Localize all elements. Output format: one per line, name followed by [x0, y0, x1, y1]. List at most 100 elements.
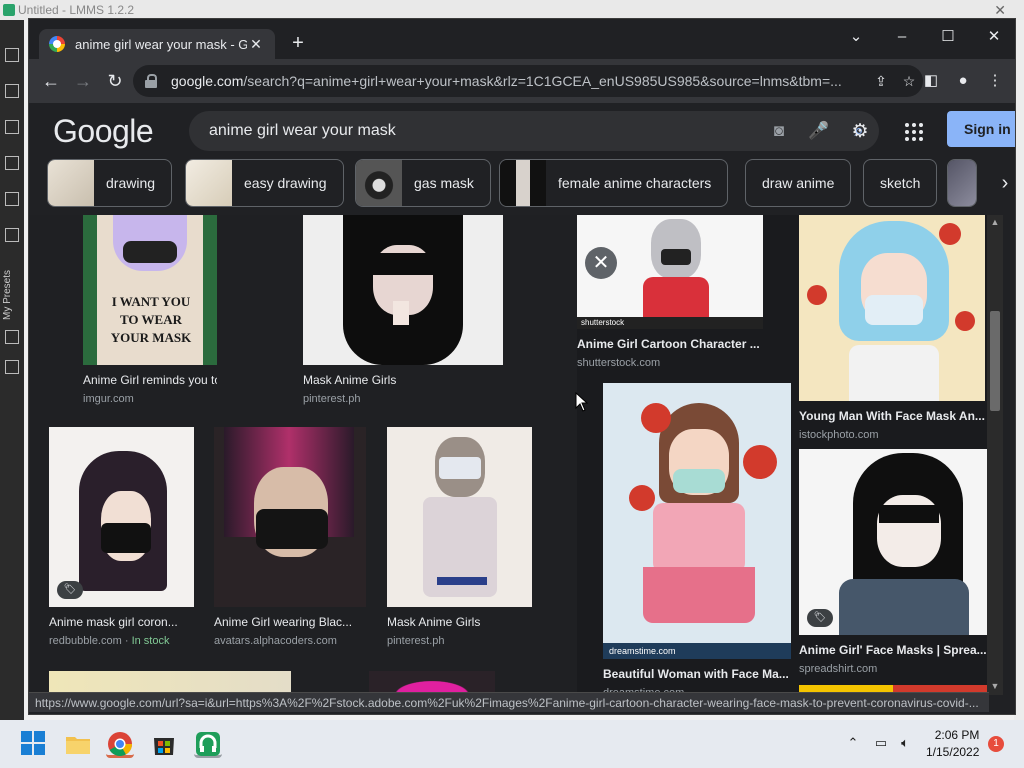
poster-text: I WANT YOU TO WEAR YOUR MASK: [110, 294, 192, 345]
tool-icon[interactable]: [5, 84, 19, 98]
close-window-icon[interactable]: ✕: [979, 25, 1009, 49]
background-app-title: Untitled - LMMS 1.2.2: [0, 0, 1024, 20]
windows-start-icon[interactable]: [20, 730, 48, 758]
chip-easy-drawing[interactable]: easy drawing: [185, 159, 344, 207]
tool-icon[interactable]: [5, 120, 19, 134]
result-source[interactable]: shutterstock.com: [577, 357, 763, 369]
google-apps-icon[interactable]: [903, 121, 925, 143]
result-title[interactable]: Beautiful Woman with Face Ma...: [603, 667, 791, 681]
result-card[interactable]: 🏷 Anime mask girl coron... redbubble.com…: [49, 427, 194, 647]
vertical-scrollbar[interactable]: ▲ ▼: [987, 215, 1003, 695]
result-image[interactable]: 🏷: [799, 449, 987, 635]
result-source[interactable]: avatars.alphacoders.com: [214, 635, 366, 647]
back-arrow-icon[interactable]: ←: [39, 69, 63, 93]
search-query[interactable]: anime girl wear your mask: [209, 122, 759, 140]
result-card[interactable]: Mask Anime Girls pinterest.ph: [303, 215, 503, 405]
tool-icon[interactable]: [5, 48, 19, 62]
tab-close-icon[interactable]: ✕: [247, 36, 265, 53]
tab-strip: anime girl wear your mask - Google Searc…: [29, 19, 1015, 59]
result-card[interactable]: shutterstock ✕ Anime Girl Cartoon Charac…: [577, 215, 763, 369]
reload-icon[interactable]: ↻: [103, 69, 127, 93]
result-title[interactable]: Anime Girl wearing Blac...: [214, 615, 366, 629]
result-card[interactable]: I WANT YOU TO WEAR YOUR MASK Anime Girl …: [83, 215, 217, 405]
microphone-icon[interactable]: 🎤: [799, 121, 839, 141]
tool-icon[interactable]: [5, 360, 19, 374]
result-image[interactable]: [303, 215, 503, 365]
dreamstime-watermark: dreamstime.com: [609, 646, 676, 656]
shutterstock-watermark: shutterstock: [581, 318, 625, 327]
chevron-right-icon[interactable]: ›: [993, 171, 1015, 195]
result-source[interactable]: imgur.com: [83, 393, 217, 405]
forward-arrow-icon[interactable]: →: [71, 69, 95, 93]
tab-search-chevron-icon[interactable]: ⌄: [841, 25, 871, 49]
result-image[interactable]: dreamstime.com: [603, 383, 791, 659]
chip-gas-mask[interactable]: gas mask: [355, 159, 491, 207]
show-hidden-icons-chevron-icon[interactable]: ⌃: [844, 735, 862, 753]
background-sidebar: My Presets: [0, 20, 24, 720]
volume-icon[interactable]: 🔈︎: [896, 735, 914, 753]
google-logo[interactable]: Google: [53, 113, 154, 150]
result-image[interactable]: [799, 215, 985, 401]
sign-in-button[interactable]: Sign in: [947, 111, 1015, 147]
minimize-icon[interactable]: –: [887, 25, 917, 49]
tool-icon[interactable]: [5, 156, 19, 170]
close-preview-icon[interactable]: ✕: [585, 247, 617, 279]
result-title[interactable]: Young Man With Face Mask An...: [799, 409, 985, 423]
result-title[interactable]: Mask Anime Girls: [303, 373, 503, 387]
result-title[interactable]: Anime Girl' Face Masks | Sprea...: [799, 643, 987, 657]
chip-sketch[interactable]: sketch: [863, 159, 938, 207]
result-card[interactable]: Young Man With Face Mask An... istockpho…: [799, 215, 985, 441]
file-explorer-icon[interactable]: [64, 730, 92, 758]
result-source[interactable]: istockphoto.com: [799, 429, 985, 441]
scroll-down-icon[interactable]: ▼: [989, 681, 1001, 693]
notification-badge[interactable]: 1: [988, 736, 1004, 752]
camera-icon[interactable]: ◙: [759, 121, 799, 141]
result-card[interactable]: Mask Anime Girls pinterest.ph: [387, 427, 532, 647]
result-source[interactable]: pinterest.ph: [303, 393, 503, 405]
profile-avatar-icon[interactable]: ●: [951, 69, 975, 93]
tool-icon[interactable]: [5, 228, 19, 242]
address-bar[interactable]: google.com/search?q=anime+girl+wear+your…: [133, 65, 923, 97]
result-card[interactable]: 🏷 Anime Girl' Face Masks | Sprea... spre…: [799, 449, 987, 675]
maximize-icon[interactable]: ☐: [933, 25, 963, 49]
result-card[interactable]: Anime Girl wearing Blac... avatars.alpha…: [214, 427, 366, 647]
result-card[interactable]: dreamstime.com Beautiful Woman with Face…: [603, 383, 791, 695]
chip-partial[interactable]: [947, 159, 977, 207]
clock[interactable]: 2:06 PM 1/15/2022: [926, 727, 979, 761]
chip-drawing[interactable]: drawing: [47, 159, 173, 207]
chip-thumbnail: [186, 160, 232, 206]
background-close-icon[interactable]: ✕: [994, 2, 1006, 19]
active-tab[interactable]: anime girl wear your mask - Google Searc…: [39, 29, 275, 59]
chip-thumbnail: [500, 160, 546, 206]
scroll-up-icon[interactable]: ▲: [989, 217, 1001, 229]
result-image[interactable]: 🏷: [49, 427, 194, 607]
result-image[interactable]: shutterstock ✕: [577, 215, 763, 329]
result-source[interactable]: pinterest.ph: [387, 635, 532, 647]
side-panel-icon[interactable]: ◧: [919, 69, 943, 93]
url-text[interactable]: google.com/search?q=anime+girl+wear+your…: [171, 73, 867, 89]
network-icon[interactable]: ▭: [872, 735, 890, 753]
microsoft-store-icon[interactable]: [150, 730, 178, 758]
result-image[interactable]: I WANT YOU TO WEAR YOUR MASK: [83, 215, 217, 365]
chip-female-anime-characters[interactable]: female anime characters: [499, 159, 729, 207]
result-image[interactable]: [387, 427, 532, 607]
lmms-taskbar-icon[interactable]: [194, 730, 222, 758]
chrome-taskbar-icon[interactable]: [106, 730, 134, 758]
scrollbar-thumb[interactable]: [990, 311, 1000, 411]
new-tab-button[interactable]: +: [287, 33, 309, 55]
settings-gear-icon[interactable]: ⚙: [849, 121, 871, 143]
result-title[interactable]: Anime mask girl coron...: [49, 615, 194, 629]
result-title[interactable]: Anime Girl Cartoon Character ...: [577, 337, 763, 351]
lock-icon[interactable]: [145, 74, 157, 88]
search-box[interactable]: anime girl wear your mask ◙ 🎤 ⌕: [189, 111, 879, 151]
tool-icon[interactable]: [5, 330, 19, 344]
share-icon[interactable]: ⇪: [867, 73, 895, 90]
tool-icon[interactable]: [5, 192, 19, 206]
result-source[interactable]: spreadshirt.com: [799, 663, 987, 675]
result-image[interactable]: [214, 427, 366, 607]
menu-kebab-icon[interactable]: ⋮: [983, 69, 1007, 93]
result-title[interactable]: Anime Girl reminds you to wear y...: [83, 373, 217, 387]
result-title[interactable]: Mask Anime Girls: [387, 615, 532, 629]
result-source[interactable]: redbubble.com · In stock: [49, 635, 194, 647]
chip-draw-anime[interactable]: draw anime: [745, 159, 852, 207]
